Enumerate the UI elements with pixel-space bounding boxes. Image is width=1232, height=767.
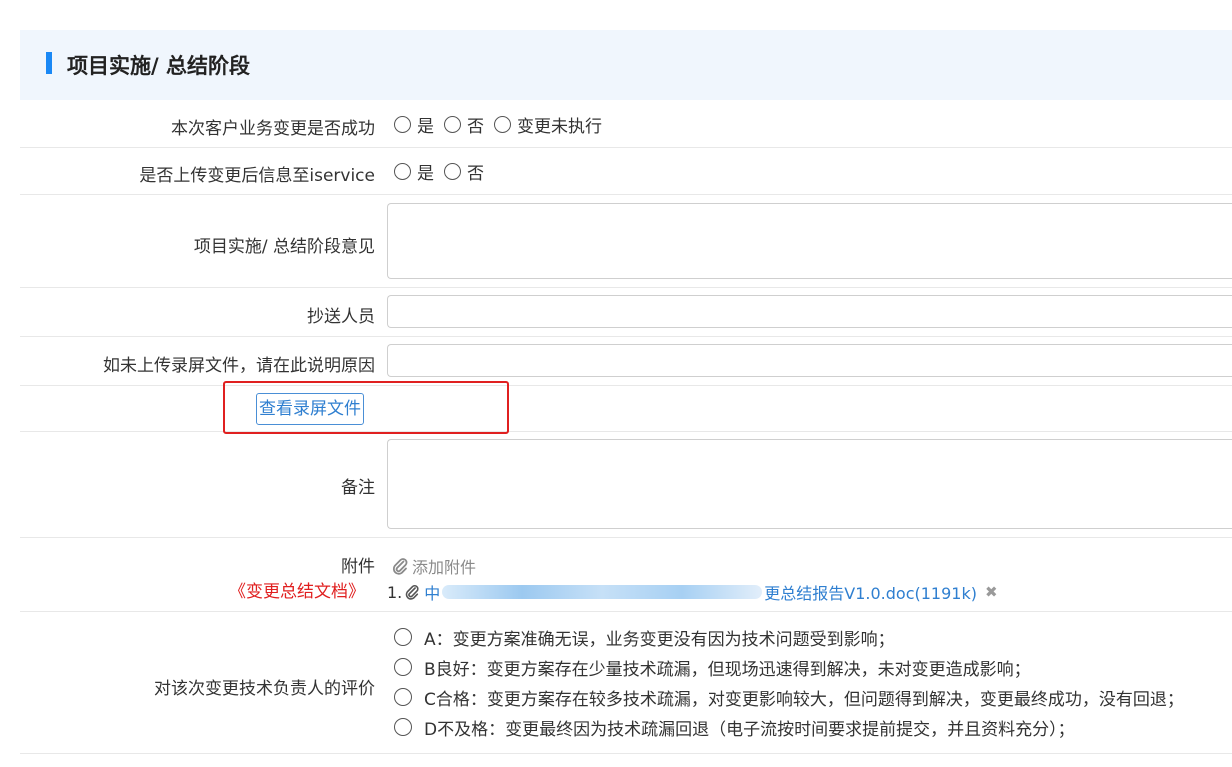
reason-input-box — [387, 344, 1232, 377]
add-attachment-label: 添加附件 — [412, 558, 477, 577]
radio-circle-icon[interactable] — [444, 116, 461, 133]
radio-circle-icon[interactable] — [394, 163, 411, 180]
add-attachment-button[interactable]: 添加附件 — [391, 554, 476, 578]
radio-circle-icon[interactable] — [394, 116, 411, 133]
reason-input[interactable] — [388, 345, 1232, 376]
radio-success-no[interactable]: 否 — [444, 112, 484, 137]
radio-circle-icon[interactable] — [444, 163, 461, 180]
section-title: 项目实施/ 总结阶段 — [67, 54, 250, 78]
remark-textarea-box — [387, 439, 1232, 529]
radio-circle-icon[interactable] — [394, 628, 412, 646]
change-success-radio-group: 是 否 变更未执行 — [394, 112, 612, 137]
radio-circle-icon[interactable] — [494, 116, 511, 133]
evaluation-option-d[interactable]: D不及格：变更最终因为技术疏漏回退（电子流按时间要求提前提交，并且资料充分）； — [394, 712, 1184, 742]
delete-icon[interactable]: ✖ — [985, 583, 998, 601]
cc-input[interactable] — [388, 296, 1232, 327]
row-reason: 如未上传录屏文件，请在此说明原因 — [20, 337, 1232, 386]
opinion-textarea-box — [387, 203, 1232, 279]
evaluation-label: 对该次变更技术负责人的评价 — [154, 679, 375, 699]
radio-iservice-yes[interactable]: 是 — [394, 159, 434, 184]
view-recording-button[interactable]: 查看录屏文件 — [256, 393, 364, 425]
attachment-file-item: 1. 中 更总结报告V1.0.doc(1191k) ✖ — [387, 580, 998, 604]
row-view-recording: 查看录屏文件 — [20, 381, 1232, 434]
section-header: 项目实施/ 总结阶段 — [20, 30, 1232, 100]
opinion-label: 项目实施/ 总结阶段意见 — [193, 237, 375, 257]
upload-iservice-radio-group: 是 否 — [394, 159, 494, 184]
row-remark: 备注 — [20, 432, 1232, 538]
remark-textarea[interactable] — [388, 440, 1232, 528]
evaluation-option-b[interactable]: B良好：变更方案存在少量技术疏漏，但现场迅速得到解决，未对变更造成影响； — [394, 652, 1184, 682]
attachment-label: 附件 — [341, 557, 375, 577]
radio-iservice-no[interactable]: 否 — [444, 159, 484, 184]
redacted-blur — [442, 585, 763, 599]
cc-input-box — [387, 295, 1232, 328]
upload-iservice-label: 是否上传变更后信息至iservice — [139, 166, 375, 186]
attachment-note: 《变更总结文档》 — [229, 582, 365, 602]
radio-success-yes[interactable]: 是 — [394, 112, 434, 137]
remark-label: 备注 — [341, 478, 375, 498]
row-change-success: 本次客户业务变更是否成功 是 否 变更未执行 — [20, 100, 1232, 148]
row-attachment: 附件 《变更总结文档》 添加附件 1. 中 更总结报告V1.0.doc(1191… — [20, 538, 1232, 612]
cc-label: 抄送人员 — [307, 307, 375, 327]
file-link-prefix[interactable]: 中 — [424, 580, 440, 604]
file-index: 1. — [387, 582, 403, 602]
paperclip-icon — [405, 584, 419, 600]
radio-circle-icon[interactable] — [394, 718, 412, 736]
row-upload-iservice: 是否上传变更后信息至iservice 是 否 — [20, 148, 1232, 195]
radio-success-not-executed[interactable]: 变更未执行 — [494, 112, 602, 137]
radio-circle-icon[interactable] — [394, 658, 412, 676]
paperclip-icon — [392, 558, 408, 575]
row-opinion: 项目实施/ 总结阶段意见 — [20, 195, 1232, 288]
evaluation-option-c[interactable]: C合格：变更方案存在较多技术疏漏，对变更影响较大，但问题得到解决，变更最终成功，… — [394, 682, 1184, 712]
file-link[interactable]: 更总结报告V1.0.doc(1191k) — [764, 580, 977, 604]
change-success-label: 本次客户业务变更是否成功 — [171, 119, 375, 139]
section-accent-bar — [46, 52, 52, 74]
reason-label: 如未上传录屏文件，请在此说明原因 — [103, 356, 375, 376]
row-cc: 抄送人员 — [20, 288, 1232, 337]
evaluation-option-a[interactable]: A：变更方案准确无误，业务变更没有因为技术问题受到影响； — [394, 622, 1184, 652]
opinion-textarea[interactable] — [388, 204, 1232, 278]
radio-circle-icon[interactable] — [394, 688, 412, 706]
evaluation-radio-group: A：变更方案准确无误，业务变更没有因为技术问题受到影响； B良好：变更方案存在少… — [394, 622, 1184, 742]
row-evaluation: 对该次变更技术负责人的评价 A：变更方案准确无误，业务变更没有因为技术问题受到影… — [20, 612, 1232, 754]
